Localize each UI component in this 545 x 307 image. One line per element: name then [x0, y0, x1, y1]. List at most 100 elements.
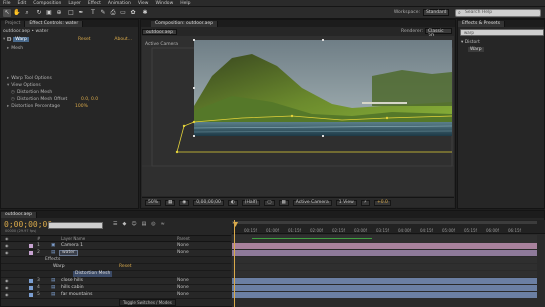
eye-icon[interactable]: ◉ — [5, 292, 9, 298]
tab-effects-presets[interactable]: Effects & Presets — [458, 21, 506, 27]
expand-triangle-icon[interactable]: ▾ — [3, 37, 5, 42]
prop-distortion-percentage[interactable]: ▸ Distortion Percentage 100% — [7, 104, 88, 109]
view-layout-select[interactable]: 1 View — [335, 199, 357, 206]
layer-bar-far-mountains[interactable] — [232, 292, 537, 298]
layer-bar-hills-cabin[interactable] — [232, 285, 537, 291]
brush-tool-icon[interactable]: ✎ — [99, 9, 107, 17]
hand-tool-icon[interactable]: ✋ — [13, 9, 21, 17]
source-name-header[interactable]: Layer Name — [61, 236, 85, 242]
comp-navigator-chip[interactable]: outdoor.aep — [142, 28, 177, 35]
layer-row[interactable]: ◉ 5 ▤ far mountains None — [1, 292, 231, 299]
current-time[interactable]: 0;00;00;00 — [193, 199, 224, 206]
collapse-triangle-icon[interactable]: ▸ — [7, 46, 9, 51]
tab-project[interactable]: Project — [1, 21, 26, 27]
time-ruler[interactable]: 00:15f 01:00f 01:15f 02:00f 02:15f 03:00… — [232, 220, 545, 234]
layer-bar-water[interactable] — [232, 250, 537, 256]
workspace-select[interactable]: Standard — [423, 9, 449, 16]
reset-link[interactable]: Reset — [78, 37, 91, 42]
layer-name[interactable]: close hills — [59, 278, 85, 284]
mesh-handle[interactable] — [175, 150, 179, 154]
exposure-value[interactable]: +0.0 — [373, 199, 391, 206]
prop-value[interactable]: 100% — [75, 104, 88, 109]
expand-triangle-icon[interactable]: ▾ — [7, 83, 9, 88]
eye-icon[interactable]: ◉ — [5, 278, 9, 284]
distortion-mesh-sub-row[interactable]: Distortion Mesh — [1, 271, 231, 278]
zoom-tool-icon[interactable]: ⌕ — [23, 9, 31, 17]
prop-distortion-mesh-offset[interactable]: ◷ Distortion Mesh Offset 0.0, 0.0 — [11, 97, 98, 102]
search-help-input[interactable]: ⌕ Search Help — [455, 9, 541, 17]
layer-name[interactable]: far mountains — [59, 292, 94, 298]
frame-blending-icon[interactable]: ▤ — [142, 221, 147, 227]
distortion-mesh-label[interactable]: Distortion Mesh — [73, 271, 113, 277]
mesh-handle[interactable] — [385, 116, 389, 120]
eye-icon[interactable]: ◉ — [5, 285, 9, 291]
timeline-search-input[interactable] — [48, 222, 103, 229]
eye-icon[interactable]: ◉ — [5, 243, 9, 249]
layer-bar-camera[interactable] — [232, 243, 537, 249]
layer-row[interactable]: ◉ 1 ▣ Camera 1 None — [1, 243, 231, 250]
camera-tool-icon[interactable]: ▣ — [45, 9, 53, 17]
layer-row[interactable]: ◉ 4 ▤ hills cabin None — [1, 285, 231, 292]
layer-handle[interactable] — [193, 39, 195, 41]
mesh-handle[interactable] — [182, 124, 186, 128]
region-of-interest-icon[interactable]: ▢ — [264, 199, 275, 206]
grid-toggle-icon[interactable]: ▦ — [165, 199, 176, 206]
fx-toggle-icon[interactable]: fx — [7, 37, 12, 41]
menu-file[interactable]: File — [3, 1, 11, 6]
selection-tool-icon[interactable]: ↖ — [3, 9, 11, 17]
prop-distortion-mesh[interactable]: ◷ Distortion Mesh — [11, 90, 52, 95]
menu-composition[interactable]: Composition — [33, 1, 61, 6]
effect-row-warp[interactable]: ▾ fx Warp Reset About... — [3, 36, 138, 42]
snapshot-icon[interactable]: ◉ — [179, 199, 190, 206]
pan-behind-tool-icon[interactable]: ⊕ — [55, 9, 63, 17]
parent-select[interactable]: None — [177, 278, 189, 284]
parent-select[interactable]: None — [177, 243, 189, 249]
rotate-tool-icon[interactable]: ↻ — [35, 9, 43, 17]
menu-effect[interactable]: Effect — [88, 1, 101, 6]
warp-reset-link[interactable]: Reset — [119, 264, 132, 270]
effects-search-input[interactable]: warp — [460, 29, 544, 36]
tab-composition[interactable]: Composition: outdoor.aep — [151, 21, 219, 27]
menu-window[interactable]: Window — [156, 1, 174, 6]
collapse-triangle-icon[interactable]: ▸ — [7, 76, 9, 81]
label-swatch[interactable] — [29, 293, 33, 297]
3d-view-select[interactable]: Active Camera — [292, 199, 332, 206]
menu-view[interactable]: View — [138, 1, 149, 6]
prop-value[interactable]: 0.0, 0.0 — [81, 97, 98, 102]
collapse-triangle-icon[interactable]: ▸ — [7, 104, 9, 109]
parent-select[interactable]: None — [177, 292, 189, 298]
transparency-grid-icon[interactable]: ▩ — [278, 199, 289, 206]
timeline-graph-area[interactable]: 00:15f 01:00f 01:15f 02:00f 02:15f 03:00… — [232, 220, 545, 307]
comp-canvas[interactable] — [142, 36, 454, 196]
draft-3d-icon[interactable]: ◆ — [122, 221, 126, 227]
rectangle-tool-icon[interactable]: □ — [67, 9, 75, 17]
roto-brush-tool-icon[interactable]: ✿ — [129, 9, 137, 17]
warp-sub-row[interactable]: Warp Reset — [1, 264, 231, 271]
puppet-tool-icon[interactable]: ✱ — [141, 9, 149, 17]
menu-animation[interactable]: Animation — [108, 1, 131, 6]
layer-row[interactable]: ◉ 2 ▤ water None — [1, 250, 231, 257]
eraser-tool-icon[interactable]: ▭ — [119, 9, 127, 17]
timeline-current-time[interactable]: 0;00;00;00 — [4, 220, 52, 229]
renderer-select[interactable]: Classic 3D — [425, 28, 452, 39]
layer-row[interactable]: ◉ 3 ▤ close hills None — [1, 278, 231, 285]
layer-bar-close-hills[interactable] — [232, 278, 537, 284]
current-time-indicator[interactable] — [233, 220, 238, 307]
stopwatch-icon[interactable]: ◷ — [11, 90, 15, 95]
prop-view-options[interactable]: ▾ View Options — [7, 83, 41, 88]
clone-stamp-tool-icon[interactable]: ⎙ — [109, 9, 117, 17]
label-swatch[interactable] — [29, 286, 33, 290]
prop-warp-tool-options[interactable]: ▸ Warp Tool Options — [7, 76, 52, 81]
effects-group-distort[interactable]: ▾ Distort — [461, 40, 480, 45]
composition-viewer[interactable]: Active Camera — [142, 36, 454, 196]
shy-layers-icon[interactable]: ☺ — [131, 221, 136, 227]
layer-handle[interactable] — [193, 135, 195, 137]
about-link[interactable]: About... — [114, 37, 132, 42]
layer-name[interactable]: water — [59, 250, 78, 256]
label-swatch[interactable] — [29, 279, 33, 283]
tab-timeline-outdoor[interactable]: outdoor.aep — [1, 212, 37, 218]
resolution-select[interactable]: (Half) — [241, 199, 261, 206]
magnification-select[interactable]: 50% — [145, 199, 162, 206]
tab-effect-controls[interactable]: Effect Controls: water — [25, 21, 84, 27]
comp-flowchart-icon[interactable]: ☰ — [113, 221, 117, 227]
